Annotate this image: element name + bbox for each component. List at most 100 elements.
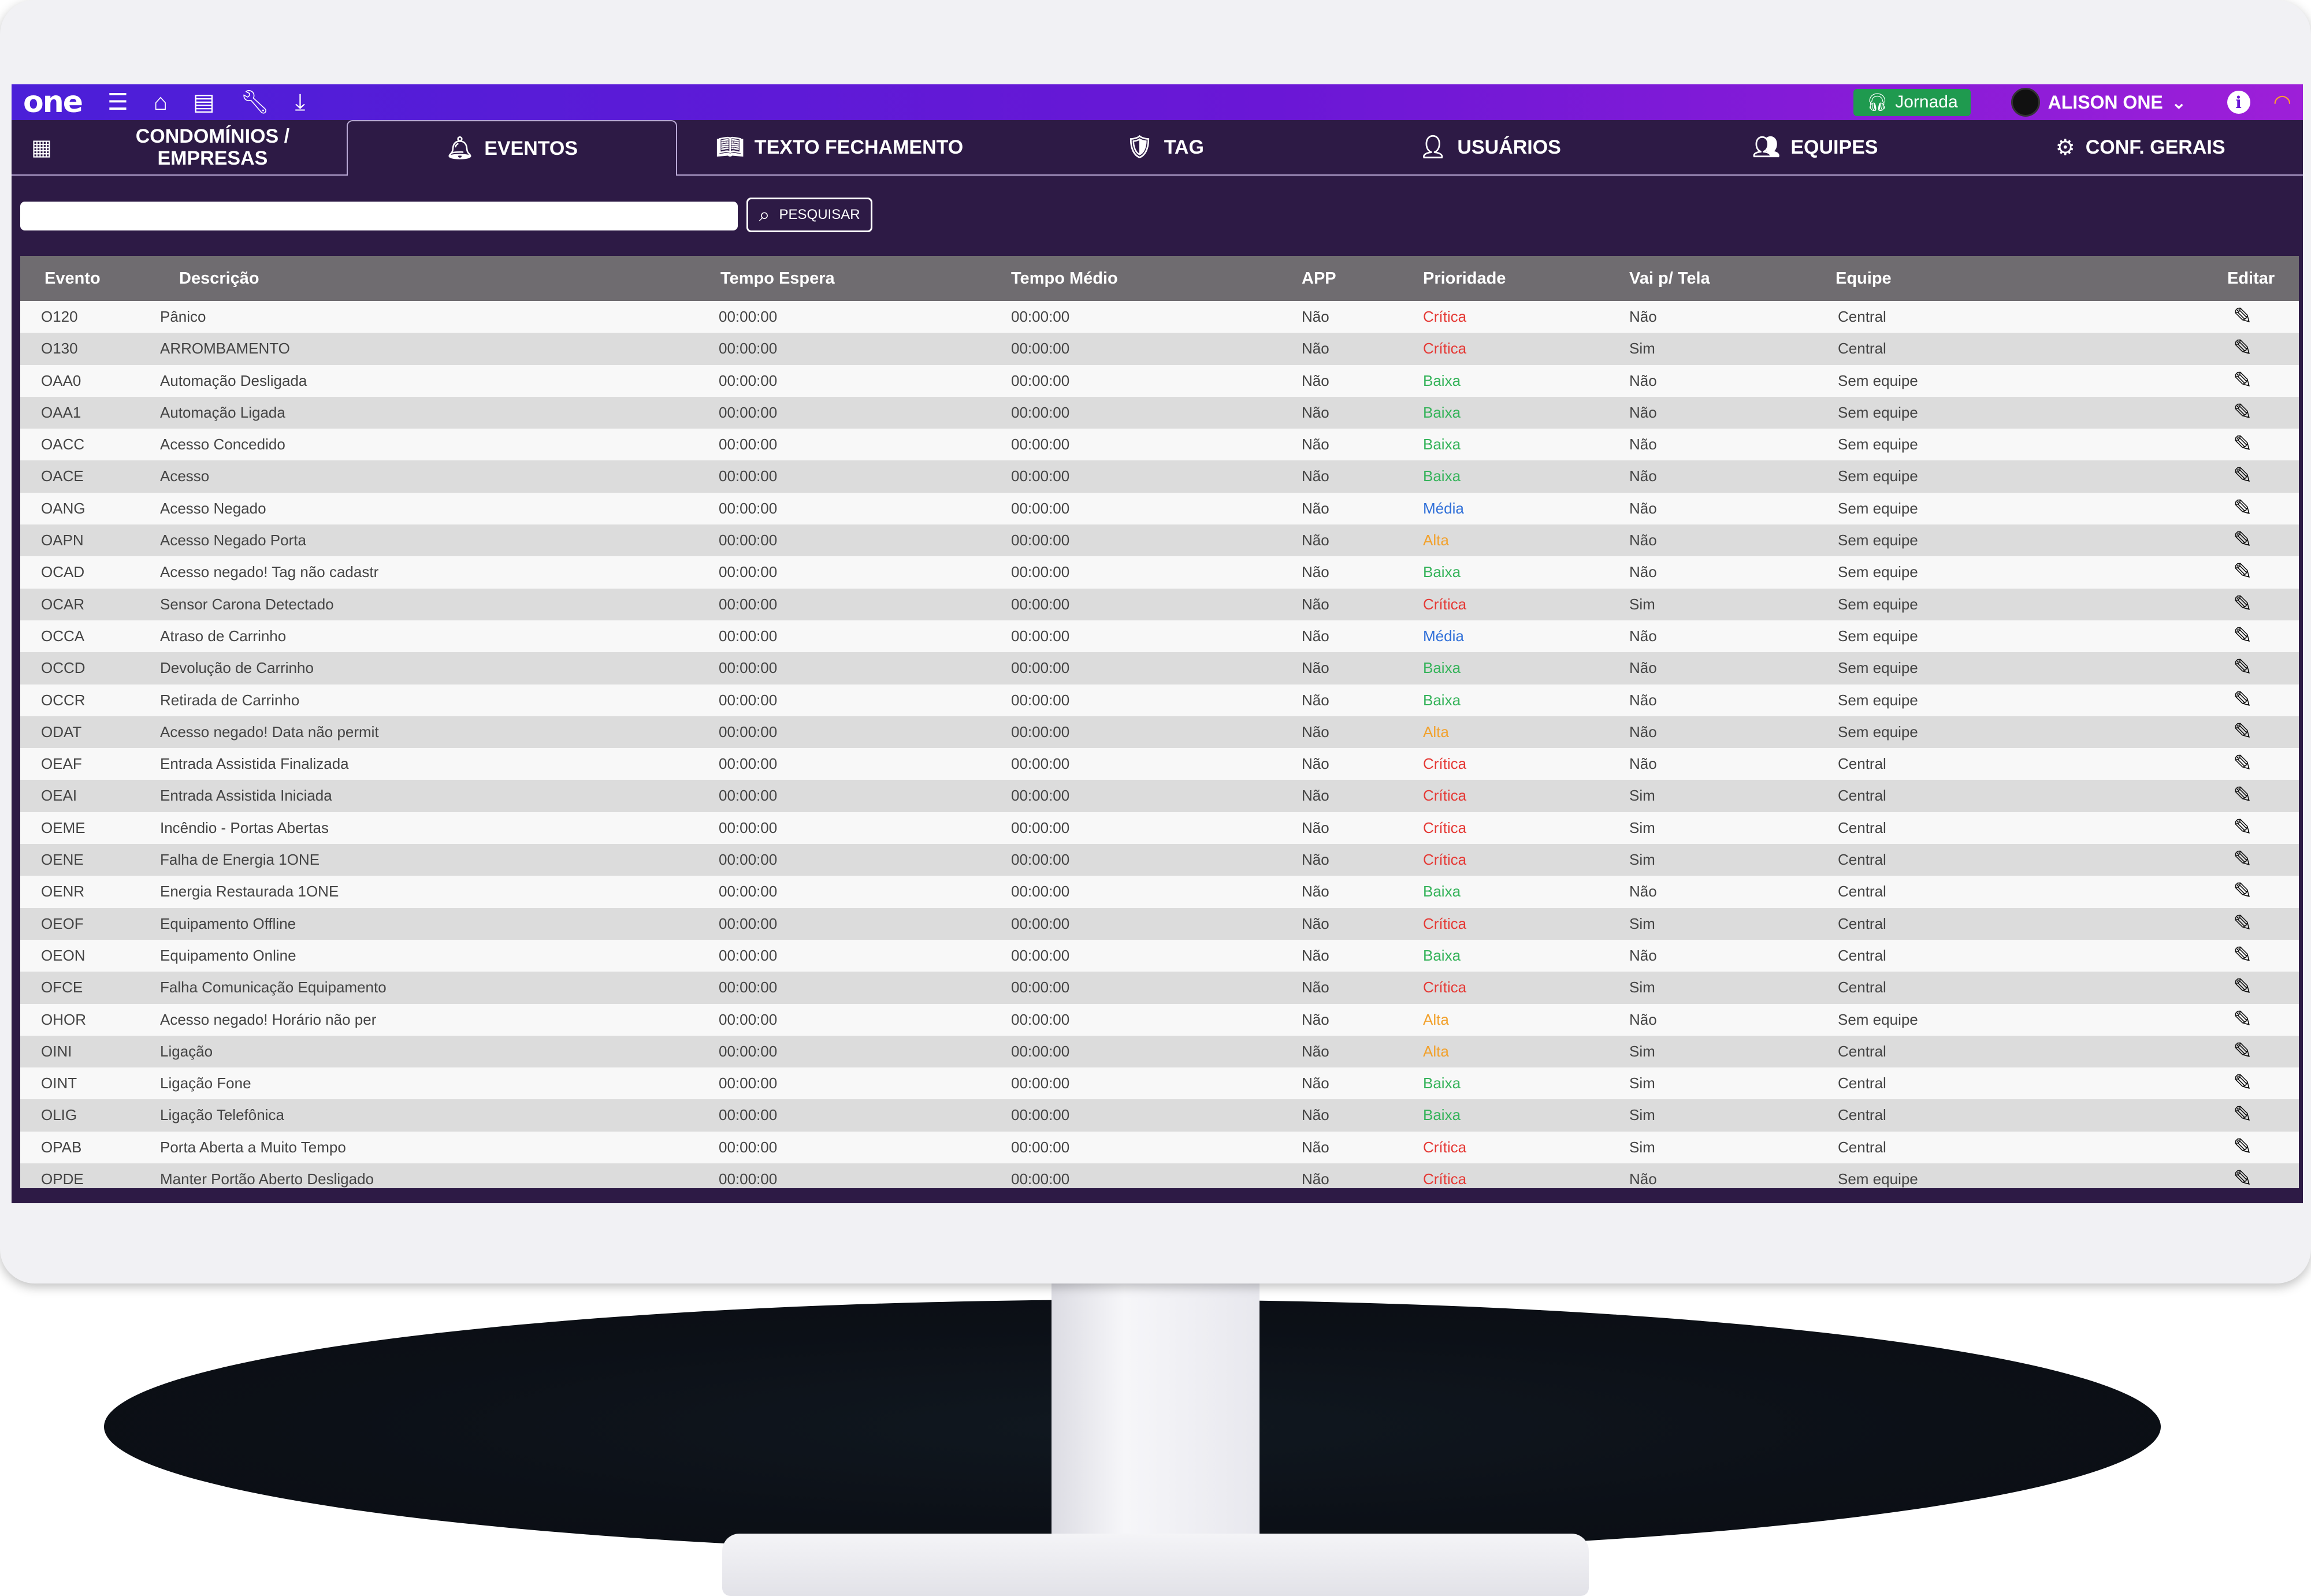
edit-pencil-icon[interactable]: ✎ xyxy=(2233,972,2253,1003)
table-row[interactable]: O120 Pânico 00:00:00 00:00:00 Não Crítica Não C… xyxy=(20,301,2299,333)
tab-eventos[interactable]: 🔔︎ EVENTOS xyxy=(347,120,677,176)
table-row[interactable]: OANG Acesso Negado 00:00:00 00:00:00 Não Médi… xyxy=(20,492,2299,525)
menu-icon[interactable]: ☰ xyxy=(107,84,128,120)
table-row[interactable]: OEOF Equipamento Offline 00:00:00 00:00:00 N… xyxy=(20,907,2299,940)
edit-pencil-icon[interactable]: ✎ xyxy=(2233,365,2253,397)
edit-pencil-icon[interactable]: ✎ xyxy=(2233,1004,2253,1036)
table-row[interactable]: OCCD Devolução de Carrinho 00:00:00 00:00:0… xyxy=(20,652,2299,684)
app-cell: Não xyxy=(1302,403,1329,421)
edit-pencil-icon[interactable]: ✎ xyxy=(2233,844,2253,876)
edit-pencil-icon[interactable]: ✎ xyxy=(2233,589,2253,620)
edit-pencil-icon[interactable]: ✎ xyxy=(2233,908,2253,940)
table-row[interactable]: OENR Energia Restaurada 1ONE 00:00:00 00:00… xyxy=(20,876,2299,908)
tab-usuarios[interactable]: 👤︎ USUÁRIOS xyxy=(1328,120,1653,174)
table-row[interactable]: OAPN Acesso Negado Porta 00:00:00 00:00:00 N… xyxy=(20,524,2299,557)
table-row[interactable]: OCCR Retirada de Carrinho 00:00:00 00:00:00… xyxy=(20,684,2299,716)
table-row[interactable]: OEAI Entrada Assistida Iniciada 00:00:00 00… xyxy=(20,780,2299,812)
event-code-cell: O120 xyxy=(41,308,78,325)
edit-pencil-icon[interactable]: ✎ xyxy=(2233,524,2253,556)
report-icon[interactable]: ▤ xyxy=(193,84,215,120)
table-row[interactable]: OENE Falha de Energia 1ONE 00:00:00 00:00:0… xyxy=(20,844,2299,876)
table-row[interactable]: OHOR Acesso negado! Horário não per 00:00:… xyxy=(20,1003,2299,1036)
edit-pencil-icon[interactable]: ✎ xyxy=(2233,1163,2253,1188)
app-cell: Não xyxy=(1302,851,1329,869)
table-row[interactable]: OCCA Atraso de Carrinho 00:00:00 00:00:00 Nã… xyxy=(20,620,2299,653)
table-row[interactable]: OEME Incêndio - Portas Abertas 00:00:00 00:… xyxy=(20,812,2299,844)
edit-pencil-icon[interactable]: ✎ xyxy=(2233,333,2253,364)
wrench-icon[interactable]: 🔧︎ xyxy=(240,84,270,120)
event-code-cell: OAA0 xyxy=(41,371,81,389)
tab-tag[interactable]: 🛡︎ TAG xyxy=(1002,120,1328,174)
table-row[interactable]: ODAT Acesso negado! Data não permit 00:00:… xyxy=(20,716,2299,749)
edit-pencil-icon[interactable]: ✎ xyxy=(2233,652,2253,684)
table-row[interactable]: OAA1 Automação Ligada 00:00:00 00:00:00 Não B… xyxy=(20,396,2299,429)
edit-pencil-icon[interactable]: ✎ xyxy=(2233,748,2253,780)
column-header[interactable]: Vai p/ Tela xyxy=(1629,269,1710,288)
priority-cell: Baixa xyxy=(1423,1106,1461,1124)
table-row[interactable]: OFCE Falha Comunicação Equipamento 00:00:0… xyxy=(20,972,2299,1004)
average-time-cell: 00:00:00 xyxy=(1011,499,1070,517)
table-row[interactable]: OPAB Porta Aberta a Muito Tempo 00:00:00 00… xyxy=(20,1131,2299,1164)
edit-pencil-icon[interactable]: ✎ xyxy=(2233,1099,2253,1131)
column-header[interactable]: APP xyxy=(1302,269,1336,288)
download-icon[interactable]: ⤓ xyxy=(295,84,306,120)
edit-pencil-icon[interactable]: ✎ xyxy=(2233,429,2253,460)
team-cell: Sem equipe xyxy=(1838,691,1918,709)
column-header[interactable]: Tempo Médio xyxy=(1011,269,1118,288)
edit-pencil-icon[interactable]: ✎ xyxy=(2233,940,2253,972)
edit-pencil-icon[interactable]: ✎ xyxy=(2233,556,2253,588)
team-cell: Central xyxy=(1838,883,1886,901)
home-icon[interactable]: ⌂ xyxy=(154,84,168,120)
description-cell: Acesso negado! Horário não per xyxy=(160,1010,377,1028)
edit-pencil-icon[interactable]: ✎ xyxy=(2233,684,2253,716)
column-header[interactable]: Descrição xyxy=(179,269,259,288)
table-row[interactable]: OAA0 Automação Desligada 00:00:00 00:00:00 N… xyxy=(20,364,2299,397)
edit-pencil-icon[interactable]: ✎ xyxy=(2233,1036,2253,1067)
tab-equipes[interactable]: 👥︎ EQUIPES xyxy=(1652,120,1978,174)
edit-pencil-icon[interactable]: ✎ xyxy=(2233,620,2253,652)
edit-pencil-icon[interactable]: ✎ xyxy=(2233,397,2253,429)
table-row[interactable]: OACC Acesso Concedido 00:00:00 00:00:00 Não B… xyxy=(20,429,2299,461)
description-cell: Entrada Assistida Iniciada xyxy=(160,787,332,805)
edit-pencil-icon[interactable]: ✎ xyxy=(2233,780,2253,812)
edit-pencil-icon[interactable]: ✎ xyxy=(2233,716,2253,748)
table-row[interactable]: OCAR Sensor Carona Detectado 00:00:00 00:00… xyxy=(20,588,2299,620)
jornada-button[interactable]: 🎧︎ Jornada xyxy=(1853,88,1971,116)
app-cell: Não xyxy=(1302,1106,1329,1124)
table-row[interactable]: OLIG Ligação Telefônica 00:00:00 00:00:00 Nã… xyxy=(20,1099,2299,1132)
table-row[interactable]: O130 ARROMBAMENTO 00:00:00 00:00:00 Não Críti… xyxy=(20,333,2299,365)
description-cell: Falha Comunicação Equipamento xyxy=(160,979,387,996)
info-icon[interactable]: i xyxy=(2227,91,2250,114)
column-header[interactable]: Evento xyxy=(44,269,101,288)
column-header[interactable]: Tempo Espera xyxy=(720,269,835,288)
average-time-cell: 00:00:00 xyxy=(1011,1138,1070,1156)
user-menu[interactable]: ALISON ONE ⌄ xyxy=(2011,88,2187,117)
tab-condominios[interactable]: ▦ CONDOMÍNIOS / EMPRESAS xyxy=(12,120,347,174)
column-header[interactable]: Prioridade xyxy=(1423,269,1506,288)
search-input[interactable] xyxy=(20,202,738,230)
column-header[interactable]: Equipe xyxy=(1836,269,1892,288)
edit-pencil-icon[interactable]: ✎ xyxy=(2233,876,2253,907)
description-cell: Equipamento Online xyxy=(160,946,296,964)
wait-time-cell: 00:00:00 xyxy=(719,883,778,901)
edit-pencil-icon[interactable]: ✎ xyxy=(2233,812,2253,844)
table-row[interactable]: OEON Equipamento Online 00:00:00 00:00:00 Nã… xyxy=(20,939,2299,972)
priority-cell: Média xyxy=(1423,627,1464,645)
table-row[interactable]: OINT Ligação Fone 00:00:00 00:00:00 Não Baixa… xyxy=(20,1067,2299,1100)
one-logo[interactable]: one xyxy=(23,84,83,120)
edit-pencil-icon[interactable]: ✎ xyxy=(2233,301,2253,333)
table-row[interactable]: OPDE Manter Portão Aberto Desligado 00:00:… xyxy=(20,1163,2299,1188)
table-row[interactable]: OEAF Entrada Assistida Finalizada 00:00:00… xyxy=(20,748,2299,780)
search-button[interactable]: ⌕ PESQUISAR xyxy=(746,198,872,232)
edit-pencil-icon[interactable]: ✎ xyxy=(2233,493,2253,524)
average-time-cell: 00:00:00 xyxy=(1011,1042,1070,1060)
table-row[interactable]: OCAD Acesso negado! Tag não cadastr 00:00:… xyxy=(20,556,2299,589)
table-row[interactable]: OINI Ligação 00:00:00 00:00:00 Não Alta Sim Cen… xyxy=(20,1035,2299,1068)
tab-conf-gerais[interactable]: ⚙ CONF. GERAIS xyxy=(1978,120,2303,174)
table-row[interactable]: OACE Acesso 00:00:00 00:00:00 Não Baixa Não Sem… xyxy=(20,460,2299,493)
tab-texto-fechamento[interactable]: 📖︎ TEXTO FECHAMENTO xyxy=(677,120,1002,174)
edit-pencil-icon[interactable]: ✎ xyxy=(2233,1132,2253,1163)
edit-pencil-icon[interactable]: ✎ xyxy=(2233,460,2253,492)
edit-pencil-icon[interactable]: ✎ xyxy=(2233,1067,2253,1099)
event-code-cell: OENR xyxy=(41,883,85,901)
